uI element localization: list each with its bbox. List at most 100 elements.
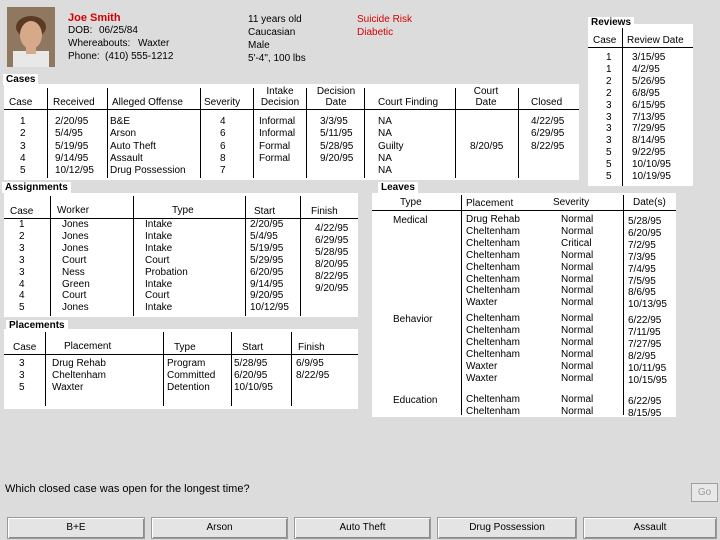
case-closed: 8/22/95 <box>531 140 565 152</box>
cases-header-intake: Intake Decision <box>260 86 300 108</box>
case-court-date: 8/20/95 <box>470 140 504 152</box>
answer-button-auto-theft[interactable]: Auto Theft <box>294 517 431 539</box>
assignment-start: 5/4/95 <box>250 230 278 242</box>
cases-divider <box>200 88 201 178</box>
case-decision-date: 5/28/95 <box>320 140 354 152</box>
phone-label: Phone: <box>68 51 100 62</box>
assignment-start: 9/20/95 <box>250 290 284 302</box>
leaves-header-severity: Severity <box>553 197 590 208</box>
review-case: 2 <box>606 87 612 99</box>
leave-severity: Normal <box>561 360 594 372</box>
case-offense: Arson <box>110 128 137 140</box>
review-date: 10/19/95 <box>632 171 671 182</box>
go-button[interactable]: Go <box>691 483 718 502</box>
case-number: 4 <box>20 152 26 164</box>
assignments-divider <box>300 196 301 316</box>
whereabouts-value: Waxter <box>138 38 170 49</box>
review-date: 4/2/95 <box>632 63 660 75</box>
assignments-divider <box>50 196 51 316</box>
leave-severity: Normal <box>561 297 594 309</box>
answer-button-b-e[interactable]: B+E <box>7 517 145 539</box>
cases-header-decision-date: Decision Date <box>316 86 356 108</box>
leaves-header-dates: Date(s) <box>633 197 666 208</box>
leave-severity: Normal <box>561 336 594 348</box>
reviews-divider <box>622 28 623 186</box>
assignments-header-case: Case <box>10 206 34 217</box>
placements-header-start: Start <box>242 342 264 353</box>
leave-placement: Waxter <box>466 360 498 372</box>
answer-button-drug-possession[interactable]: Drug Possession <box>437 517 577 539</box>
case-closed: 6/29/95 <box>531 128 565 140</box>
case-number: 2 <box>20 128 26 140</box>
case-received: 5/19/95 <box>55 140 89 152</box>
cases-header-rule <box>4 109 579 110</box>
review-case: 5 <box>606 147 612 159</box>
assignment-type: Intake <box>145 278 173 290</box>
assignment-start: 5/29/95 <box>250 254 284 266</box>
assignment-type: Intake <box>145 302 173 314</box>
cases-header-offense: Alleged Offense <box>112 97 183 108</box>
case-severity: 8 <box>220 152 226 164</box>
leave-date: 7/27/95 <box>628 338 662 350</box>
placements-header-finish: Finish <box>298 342 325 353</box>
review-case: 5 <box>606 171 612 182</box>
placement-start: 6/20/95 <box>234 370 268 381</box>
case-received: 9/14/95 <box>55 152 89 164</box>
leave-placement: Cheltenham <box>466 348 520 360</box>
placement-case: 3 <box>19 358 25 369</box>
dob-label: DOB: <box>68 25 93 36</box>
cases-header-court-finding: Court Finding <box>378 97 439 108</box>
assignment-type: Court <box>145 254 170 266</box>
placement-type: Committed <box>167 370 216 381</box>
case-court-finding: Guilty <box>378 140 404 152</box>
assignment-start: 2/20/95 <box>250 219 284 230</box>
placements-title: Placements <box>6 320 68 331</box>
review-case: 3 <box>606 135 612 147</box>
cases-header-closed: Closed <box>531 97 563 108</box>
phone-value: (410) 555-1212 <box>105 51 174 62</box>
review-date: 7/13/95 <box>632 111 666 123</box>
leave-severity: Normal <box>561 405 594 417</box>
cases-divider <box>253 88 254 178</box>
cases-header-severity: Severity <box>204 97 241 108</box>
leaves-header-type: Type <box>400 197 422 208</box>
answer-button-arson[interactable]: Arson <box>151 517 288 539</box>
cases-divider <box>47 88 48 178</box>
placements-divider <box>291 332 292 406</box>
cases-divider <box>518 88 519 178</box>
case-received: 10/12/95 <box>55 165 94 177</box>
assignments-header-rule <box>4 218 358 219</box>
question-text: Which closed case was open for the longe… <box>5 483 250 495</box>
assignment-finish: 9/20/95 <box>315 282 349 294</box>
cases-header-case: Case <box>9 97 33 108</box>
leave-placement: Cheltenham <box>466 336 520 348</box>
leaves-header-rule <box>372 210 676 211</box>
case-intake-decision: Formal <box>259 152 291 164</box>
review-case: 2 <box>606 75 612 87</box>
case-intake-decision: Informal <box>259 116 296 127</box>
cases-divider <box>306 88 307 178</box>
leave-date: 10/11/95 <box>628 362 667 374</box>
alert-diabetic: Diabetic <box>357 27 394 38</box>
placement-name: Drug Rehab <box>52 358 106 369</box>
patient-build: 5'-4", 100 lbs <box>248 53 306 64</box>
leave-date: 7/4/95 <box>628 263 656 275</box>
assignment-case: 2 <box>19 230 25 242</box>
assignment-case: 3 <box>19 242 25 254</box>
assignment-case: 5 <box>19 302 25 314</box>
assignment-start: 6/20/95 <box>250 266 284 278</box>
assignment-worker: Jones <box>62 242 89 254</box>
answer-button-assault[interactable]: Assault <box>583 517 717 539</box>
assignment-finish: 5/28/95 <box>315 246 349 258</box>
reviews-header-case: Case <box>593 35 617 46</box>
leave-placement: Cheltenham <box>466 225 520 237</box>
leave-severity: Normal <box>561 394 594 405</box>
placement-case: 3 <box>19 370 25 381</box>
reviews-title: Reviews <box>588 17 635 28</box>
assignment-case: 4 <box>19 290 25 302</box>
placements-header-placement: Placement <box>64 341 112 352</box>
assignment-type: Intake <box>145 230 173 242</box>
leave-placement: Drug Rehab <box>466 214 520 225</box>
placement-type: Detention <box>167 382 210 393</box>
assignment-case: 3 <box>19 254 25 266</box>
